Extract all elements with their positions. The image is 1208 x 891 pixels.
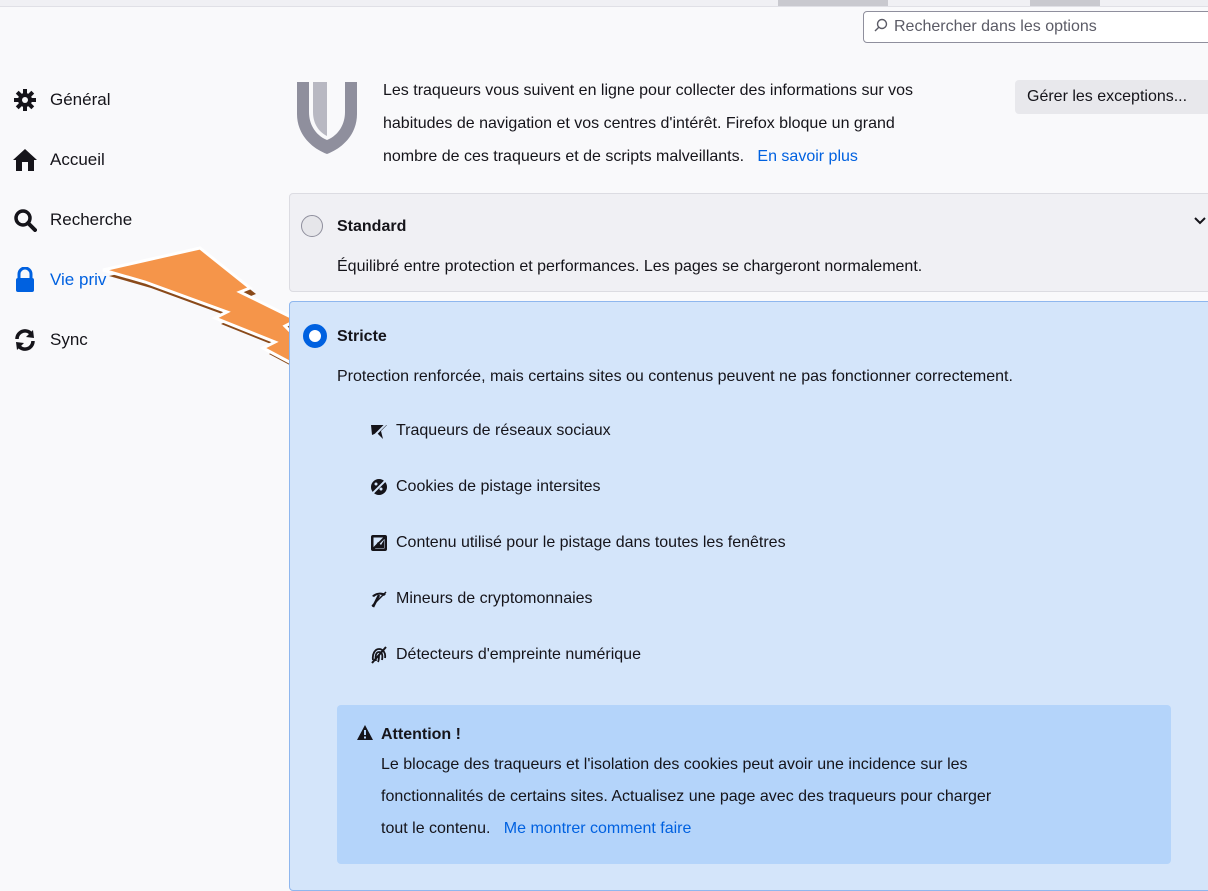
gear-icon [12, 87, 38, 113]
sidebar-item-privacy[interactable]: Vie priv [12, 267, 106, 293]
fingerprinter-icon [370, 646, 388, 664]
search-icon [874, 18, 888, 37]
warning-line: tout le contenu. Me montrer comment fair… [381, 820, 692, 837]
sidebar-item-label: Accueil [50, 150, 105, 169]
feature-label: Mineurs de cryptomonnaies [396, 590, 593, 607]
home-icon [12, 147, 38, 173]
feature-label: Détecteurs d'empreinte numérique [396, 646, 641, 663]
feature-label: Traqueurs de réseaux sociaux [396, 422, 611, 439]
sidebar-item-search[interactable]: Recherche [12, 207, 132, 233]
manage-exceptions-button[interactable]: Gérer les exceptions... [1015, 80, 1208, 114]
show-me-how-link[interactable]: Me montrer comment faire [504, 820, 692, 837]
sidebar-item-label: Sync [50, 330, 88, 349]
warning-icon [357, 725, 373, 745]
strict-title: Stricte [337, 328, 387, 345]
sidebar-item-label: Général [50, 90, 111, 109]
sidebar-item-home[interactable]: Accueil [12, 147, 105, 173]
feature-item: Traqueurs de réseaux sociaux [370, 422, 611, 440]
intro-line: nombre de ces traqueurs et de scripts ma… [383, 148, 858, 165]
cookie-icon [370, 478, 388, 496]
shield-icon [293, 82, 361, 159]
tracking-intro: Les traqueurs vous suivent en ligne pour… [383, 74, 1003, 173]
standard-title: Standard [337, 218, 407, 235]
sidebar-item-label: Vie priv [50, 270, 107, 289]
strict-option[interactable]: Stricte Protection renforcée, mais certa… [289, 301, 1208, 891]
feature-label: Cookies de pistage intersites [396, 478, 601, 495]
sidebar-item-sync[interactable]: Sync [12, 327, 88, 353]
warning-line: Le blocage des traqueurs et l'isolation … [381, 756, 968, 773]
standard-option[interactable]: Standard Équilibré entre protection et p… [289, 193, 1208, 292]
standard-description: Équilibré entre protection et performanc… [337, 258, 923, 275]
lock-icon [12, 267, 38, 293]
intro-line: habitudes de navigation et vos centres d… [383, 115, 895, 132]
learn-more-link[interactable]: En savoir plus [757, 148, 858, 165]
strict-radio[interactable] [303, 324, 327, 348]
warning-title-row: Attention ! [357, 725, 1151, 745]
sidebar-item-general[interactable]: Général [12, 87, 110, 113]
tab-edge [778, 0, 888, 6]
warning-title: Attention ! [381, 726, 461, 743]
standard-radio[interactable] [301, 215, 323, 237]
warning-body: Le blocage des traqueurs et l'isolation … [381, 749, 1101, 845]
strict-description: Protection renforcée, mais certains site… [337, 368, 1013, 385]
sidebar-item-label: Recherche [50, 210, 133, 229]
cryptominer-icon [370, 590, 388, 608]
feature-item: Mineurs de cryptomonnaies [370, 590, 593, 608]
tab-edge [1030, 0, 1100, 6]
social-tracker-icon [370, 422, 388, 440]
chevron-down-icon[interactable] [1194, 212, 1206, 228]
feature-item: Contenu utilisé pour le pistage dans tou… [370, 534, 786, 552]
feature-item: Cookies de pistage intersites [370, 478, 601, 496]
feature-item: Détecteurs d'empreinte numérique [370, 646, 641, 664]
feature-label: Contenu utilisé pour le pistage dans tou… [396, 534, 786, 551]
search-icon [12, 207, 38, 233]
search-placeholder: Rechercher dans les options [894, 18, 1097, 35]
warning-line: fonctionnalités de certains sites. Actua… [381, 788, 992, 805]
warning-box: Attention ! Le blocage des traqueurs et … [337, 705, 1171, 864]
sync-icon [12, 327, 38, 353]
intro-line: Les traqueurs vous suivent en ligne pour… [383, 82, 914, 99]
window-top-edge [0, 0, 1208, 7]
search-input[interactable]: Rechercher dans les options [863, 11, 1208, 43]
tracking-content-icon [370, 534, 388, 552]
